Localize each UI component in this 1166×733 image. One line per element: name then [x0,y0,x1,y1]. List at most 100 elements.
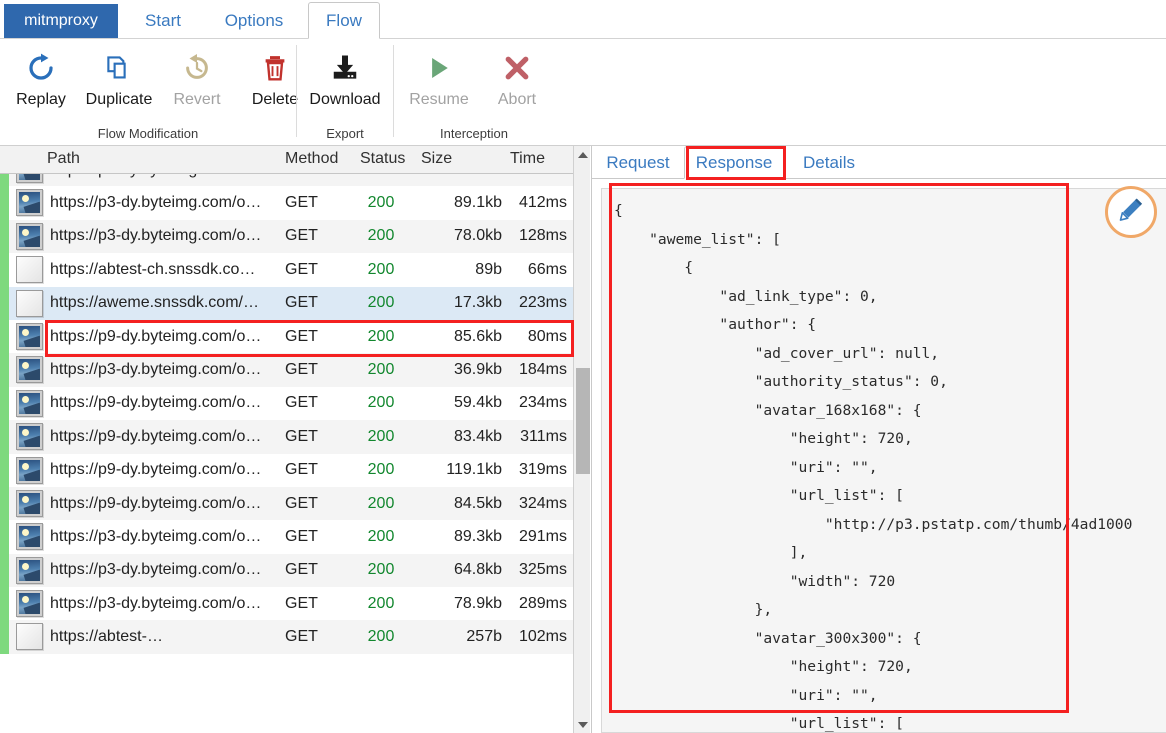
cell-path: https://p3-dy.byteimg.com/o… [50,194,262,212]
table-row[interactable]: https://p3-dy.byteimg.com/o… GET 200 78.9kb… [0,587,573,621]
image-thumb-icon [16,456,43,484]
scroll-down-arrow-icon[interactable] [574,716,590,733]
image-thumb-icon [16,389,43,417]
tab-options[interactable]: Options [206,3,302,39]
table-row[interactable]: https://p9-dy.byteimg.com/o… GET 200 84.5kb… [0,486,573,521]
cell-status: 200 [367,427,395,445]
download-button[interactable]: Download [306,43,384,109]
image-thumb-icon [16,423,43,451]
column-header-time[interactable]: Time [510,150,545,168]
resume-button[interactable]: Resume [400,43,478,109]
ribbon-group-interception: Resume Abort Interception [394,39,554,146]
cell-status: 200 [367,361,395,379]
duplicate-label: Duplicate [85,91,153,108]
cell-method: GET [285,527,318,545]
cell-method: GET [285,494,318,512]
column-header-status[interactable]: Status [360,150,405,168]
scrollbar-thumb[interactable] [576,368,590,474]
table-row[interactable]: https://p3-dy.byteimg.com/o… GET 200 36.9kb… [0,353,573,387]
tab-response[interactable]: Response [684,146,784,179]
table-row[interactable]: https://p3-dy.byteimg.com/o… GET 200 89.1kb… [0,186,573,220]
plain-doc-icon [16,256,43,284]
cell-size: 89.1kb [453,194,502,212]
ribbon-toolbar: Replay Duplicate Revert Delete Flow Modi… [0,39,1166,146]
tab-start[interactable]: Start [128,3,198,39]
cell-size: 78.0kb [453,227,502,245]
image-thumb-icon [16,590,43,618]
cell-size: 64.6kb [410,174,502,179]
resume-icon [424,47,454,89]
cell-status: 200 [367,227,395,245]
cell-path: https://p9-dy.byteimg.com/o… [50,494,262,512]
cell-time: 80ms [527,327,567,345]
row-status-marker [0,520,9,554]
flow-list-scrollbar[interactable] [573,146,590,733]
row-status-marker [0,386,9,421]
cell-status: 200 [367,260,395,278]
plain-doc-icon [16,289,43,317]
cell-size: 119.1kb [446,461,502,479]
tab-request[interactable]: Request [596,147,680,179]
column-header-path[interactable]: Path [47,150,80,168]
cell-status: 200 [367,394,395,412]
cell-time: 66ms [527,260,567,278]
cell-size: 83.4kb [453,427,502,445]
cell-size: 78.9kb [453,594,502,612]
abort-button[interactable]: Abort [478,43,556,109]
table-row[interactable]: https://aweme.snssdk.com/… GET 200 17.3kb 22… [0,286,573,320]
cell-path: https://p6-dy.byteimg.com/o… [50,174,280,179]
table-row[interactable]: https://p3-dy.byteimg.com/o… GET 200 89.3kb… [0,520,573,554]
scroll-up-arrow-icon[interactable] [574,146,590,163]
replay-label: Replay [16,91,66,108]
flow-rows-container: https://p6-dy.byteimg.com/o… GET 200 64.6kb… [0,174,573,733]
app-brand-tab[interactable]: mitmproxy [4,4,118,38]
column-header-size[interactable]: Size [421,150,452,168]
tab-details[interactable]: Details [790,147,868,179]
cell-size: 64.8kb [453,561,502,579]
ribbon-group-flow-modification: Replay Duplicate Revert Delete Flow Modi… [0,39,298,146]
cell-method: GET [285,327,318,345]
row-status-marker [0,286,9,320]
table-row[interactable]: https://abtest-… GET 200 257b 102ms [0,620,573,654]
cell-path: https://p3-dy.byteimg.com/o… [50,227,262,245]
resume-label: Resume [409,91,469,108]
table-row[interactable]: https://p3-dy.byteimg.com/o… GET 200 78.0kb… [0,219,573,254]
tab-flow[interactable]: Flow [308,2,380,39]
response-body-viewer[interactable]: { "aweme_list": [ { "ad_link_type": 0, "… [601,188,1166,733]
table-row[interactable]: https://abtest-ch.snssdk.co… GET 200 89b 66m… [0,253,573,287]
table-row[interactable]: https://p3-dy.byteimg.com/o… GET 200 64.8kb… [0,553,573,588]
cell-size: 89b [475,260,502,278]
revert-label: Revert [173,91,221,108]
row-status-marker [0,353,9,387]
plain-doc-icon [16,623,43,651]
table-row[interactable]: https://p9-dy.byteimg.com/o… GET 200 83.4kb… [0,420,573,454]
revert-button[interactable]: Revert [158,43,236,109]
replay-button[interactable]: Replay [2,43,80,109]
cell-size: 59.4kb [453,394,502,412]
cell-method: GET [285,294,318,312]
table-row[interactable]: https://p9-dy.byteimg.com/o… GET 200 119.1k… [0,453,573,487]
cell-size: 17.3kb [453,294,502,312]
duplicate-icon [104,47,134,89]
cell-path: https://p3-dy.byteimg.com/o… [50,527,262,545]
cell-size: 36.9kb [453,361,502,379]
cell-path: https://p9-dy.byteimg.com/o… [50,327,262,345]
download-label: Download [309,91,381,108]
cell-time: 325ms [518,561,567,579]
delete-icon [260,47,290,89]
cell-size: 257b [466,628,502,646]
table-row[interactable]: https://p9-dy.byteimg.com/o… GET 200 85.6kb… [0,319,573,354]
table-row[interactable]: https://p9-dy.byteimg.com/o… GET 200 59.4kb… [0,386,573,421]
image-thumb-icon [16,222,43,250]
row-status-marker [0,420,9,454]
cell-status: 200 [367,294,395,312]
flow-list-panel: Path Method Status Size Time https://p6-… [0,146,590,733]
column-header-method[interactable]: Method [285,150,338,168]
table-row[interactable]: https://p6-dy.byteimg.com/o… GET 200 64.6kb… [0,174,573,187]
cell-method: GET [285,174,318,179]
image-thumb-icon [16,523,43,551]
edit-response-button[interactable] [1105,186,1157,238]
duplicate-button[interactable]: Duplicate [80,43,158,109]
cell-method: GET [285,394,318,412]
flow-list-header: Path Method Status Size Time [0,146,590,174]
